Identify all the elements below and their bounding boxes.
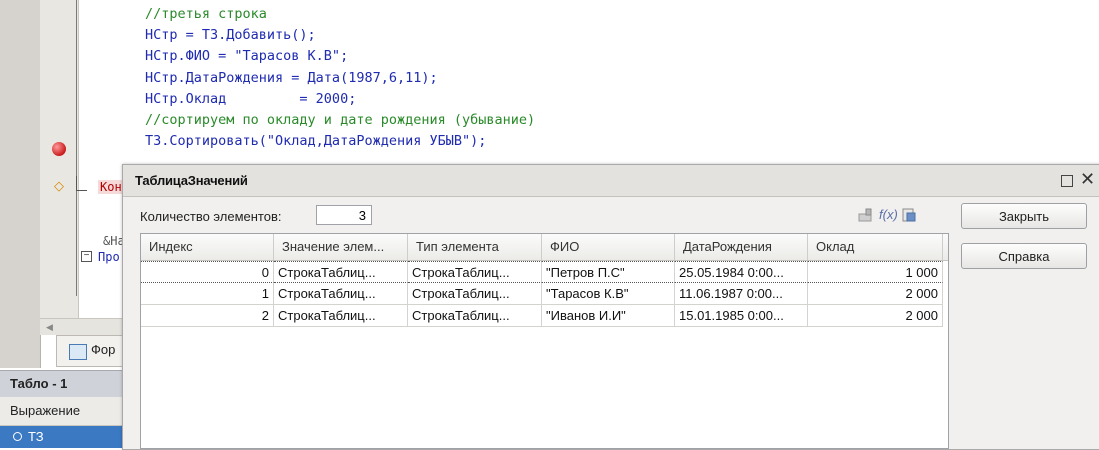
form-icon (69, 344, 87, 360)
grid-header: Индекс Значение элем... Тип элемента ФИО… (141, 234, 948, 261)
tablo-title: Табло - 1 (10, 376, 68, 391)
formula-icon[interactable]: f(x) (879, 207, 898, 223)
table-row[interactable]: 0 СтрокаТаблиц... СтрокаТаблиц... "Петро… (141, 261, 948, 283)
cell-birthdate[interactable]: 11.06.1987 0:00... (675, 283, 808, 305)
code-fragment-kon[interactable]: Кон (98, 180, 124, 194)
column-header-index[interactable]: Индекс (141, 234, 274, 260)
cell-type[interactable]: СтрокаТаблиц... (408, 283, 542, 305)
cell-type[interactable]: СтрокаТаблиц... (408, 305, 542, 327)
outline-line (76, 0, 77, 296)
cell-fio[interactable]: "Иванов И.И" (542, 305, 675, 327)
code-line[interactable]: НСтр.Оклад = 2000; (145, 91, 356, 107)
scroll-left-icon[interactable]: ◀ (46, 322, 53, 333)
cell-type[interactable]: СтрокаТаблиц... (408, 261, 542, 283)
edit-icon[interactable] (857, 207, 873, 223)
editor-gutter[interactable] (40, 0, 79, 318)
tablo-item-ts[interactable]: ТЗ (0, 426, 140, 448)
cell-salary[interactable]: 1 000 (808, 261, 943, 283)
cell-value[interactable]: СтрокаТаблиц... (274, 261, 408, 283)
column-header-birthdate[interactable]: ДатаРождения (675, 234, 808, 260)
breakpoint-icon[interactable] (52, 142, 66, 156)
editor-margin (0, 0, 41, 368)
value-table-grid[interactable]: Индекс Значение элем... Тип элемента ФИО… (140, 233, 949, 449)
cell-birthdate[interactable]: 25.05.1984 0:00... (675, 261, 808, 283)
column-header-salary[interactable]: Оклад (808, 234, 943, 260)
column-header-type[interactable]: Тип элемента (408, 234, 542, 260)
cell-fio[interactable]: "Петров П.С" (542, 261, 675, 283)
close-icon[interactable]: ✕ (1080, 169, 1095, 189)
cell-birthdate[interactable]: 15.01.1985 0:00... (675, 305, 808, 327)
code-line[interactable]: //третья строка (145, 6, 267, 22)
cell-index[interactable]: 0 (141, 261, 274, 283)
cell-value[interactable]: СтрокаТаблиц... (274, 283, 408, 305)
tab-form-label: Фор (91, 342, 116, 357)
expression-label: Выражение (10, 403, 81, 418)
expand-icon[interactable] (13, 432, 22, 441)
code-line[interactable]: //сортируем по окладу и дате рождения (у… (145, 112, 535, 128)
dialog-titlebar[interactable]: ТаблицаЗначений ✕ (123, 165, 1099, 197)
value-table-dialog: ТаблицаЗначений ✕ Количество элементов: … (122, 164, 1099, 450)
cell-index[interactable]: 2 (141, 305, 274, 327)
code-line[interactable]: НСтр.ДатаРождения = Дата(1987,6,11); (145, 70, 438, 86)
cell-fio[interactable]: "Тарасов К.В" (542, 283, 675, 305)
cell-index[interactable]: 1 (141, 283, 274, 305)
code-fragment-procedure[interactable]: Про (98, 250, 120, 264)
column-header-fio[interactable]: ФИО (542, 234, 675, 260)
collapse-minus-icon[interactable]: − (81, 251, 92, 262)
code-line[interactable]: НСтр = ТЗ.Добавить(); (145, 27, 316, 43)
maximize-icon[interactable] (1061, 175, 1073, 187)
outline-corner (76, 176, 87, 191)
cell-salary[interactable]: 2 000 (808, 305, 943, 327)
tablo-item-label: ТЗ (28, 429, 44, 444)
dialog-title: ТаблицаЗначений (135, 173, 248, 188)
table-row[interactable]: 2 СтрокаТаблиц... СтрокаТаблиц... "Ивано… (141, 305, 948, 327)
count-label: Количество элементов: (140, 209, 282, 224)
column-header-value[interactable]: Значение элем... (274, 234, 408, 260)
code-line[interactable]: ТЗ.Сортировать("Оклад,ДатаРождения УБЫВ"… (145, 133, 486, 149)
help-button[interactable]: Справка (961, 243, 1087, 269)
table-row[interactable]: 1 СтрокаТаблиц... СтрокаТаблиц... "Тарас… (141, 283, 948, 305)
close-button[interactable]: Закрыть (961, 203, 1087, 229)
tablo-column-header[interactable]: Выражение (0, 397, 140, 426)
current-line-arrow-icon: ◇ (54, 178, 64, 193)
count-field[interactable]: 3 (316, 205, 372, 225)
export-icon[interactable] (901, 207, 917, 223)
cell-value[interactable]: СтрокаТаблиц... (274, 305, 408, 327)
code-line[interactable]: НСтр.ФИО = "Тарасов К.В"; (145, 48, 348, 64)
tablo-panel-header: Табло - 1 (0, 370, 140, 397)
cell-salary[interactable]: 2 000 (808, 283, 943, 305)
